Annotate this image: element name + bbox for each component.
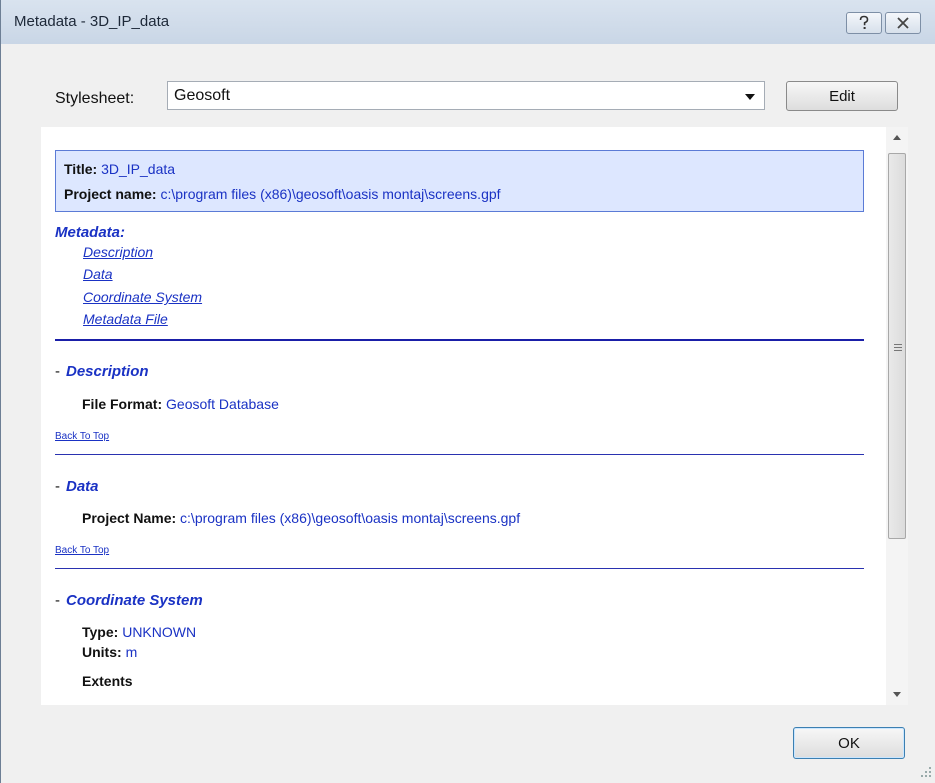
section-data-title: Data (66, 478, 99, 495)
edit-button[interactable]: Edit (786, 81, 898, 111)
project-value: c:\program files (x86)\geosoft\oasis mon… (160, 186, 501, 202)
divider (55, 454, 864, 455)
section-coordinate-system-title: Coordinate System (66, 592, 203, 609)
project-row: Project name: c:\program files (x86)\geo… (64, 186, 501, 202)
title-row: Title: 3D_IP_data (64, 161, 175, 177)
title-label: Title: (64, 161, 98, 177)
data-project-label: Project Name: (82, 510, 177, 526)
collapse-icon[interactable]: - (55, 363, 60, 380)
resize-grip-icon[interactable] (919, 765, 933, 779)
units-label: Units: (82, 644, 122, 660)
link-description[interactable]: Description (83, 244, 153, 260)
ok-button[interactable]: OK (793, 727, 905, 759)
scroll-down-icon (893, 692, 901, 697)
divider (55, 339, 864, 341)
type-label: Type: (82, 624, 119, 640)
grip-icon (894, 344, 902, 353)
scroll-up-button[interactable] (886, 127, 908, 149)
chevron-down-icon (745, 94, 755, 100)
file-format-row: File Format: Geosoft Database (82, 396, 279, 412)
divider (55, 568, 864, 569)
section-description-heading: - Description (55, 363, 149, 380)
back-to-top-link[interactable]: Back To Top (55, 431, 109, 442)
scroll-up-icon (893, 135, 901, 140)
stylesheet-value: Geosoft (174, 87, 231, 104)
project-label: Project name: (64, 186, 157, 202)
scroll-down-button[interactable] (886, 683, 908, 705)
metadata-viewer: Title: 3D_IP_data Project name: c:\progr… (41, 127, 908, 705)
units-row: Units: m (82, 644, 137, 660)
help-button[interactable] (846, 12, 882, 34)
stylesheet-label: Stylesheet: (55, 90, 135, 107)
section-coordinate-system-heading: - Coordinate System (55, 592, 203, 609)
type-row: Type: UNKNOWN (82, 624, 196, 640)
scroll-thumb[interactable] (888, 153, 906, 539)
close-button[interactable] (885, 12, 921, 34)
collapse-icon[interactable]: - (55, 478, 60, 495)
units-value: m (125, 644, 138, 660)
title-bar: Metadata - 3D_IP_data (1, 0, 935, 44)
window-title: Metadata - 3D_IP_data (14, 13, 170, 30)
link-metadata-file[interactable]: Metadata File (83, 311, 168, 327)
extents-row: Extents (82, 673, 133, 689)
section-description-title: Description (66, 363, 149, 380)
back-to-top-link[interactable]: Back To Top (55, 545, 109, 556)
section-data-heading: - Data (55, 478, 99, 495)
stylesheet-select[interactable]: Geosoft (167, 81, 765, 110)
link-coordinate-system[interactable]: Coordinate System (83, 289, 202, 305)
close-icon (897, 17, 909, 29)
collapse-icon[interactable]: - (55, 592, 60, 609)
help-icon (859, 15, 869, 29)
metadata-dialog: Metadata - 3D_IP_data Stylesheet: Geosof… (0, 0, 935, 783)
data-project-row: Project Name: c:\program files (x86)\geo… (82, 510, 520, 526)
data-project-value: c:\program files (x86)\geosoft\oasis mon… (180, 510, 521, 526)
file-format-label: File Format: (82, 396, 163, 412)
link-data[interactable]: Data (83, 266, 113, 282)
metadata-document: Title: 3D_IP_data Project name: c:\progr… (41, 127, 886, 705)
file-format-value: Geosoft Database (166, 396, 279, 412)
title-value: 3D_IP_data (101, 161, 176, 177)
header-box: Title: 3D_IP_data Project name: c:\progr… (55, 150, 864, 212)
metadata-heading: Metadata: (55, 224, 126, 241)
vertical-scrollbar[interactable] (886, 127, 908, 705)
extents-label: Extents (82, 673, 133, 689)
type-value: UNKNOWN (122, 624, 197, 640)
